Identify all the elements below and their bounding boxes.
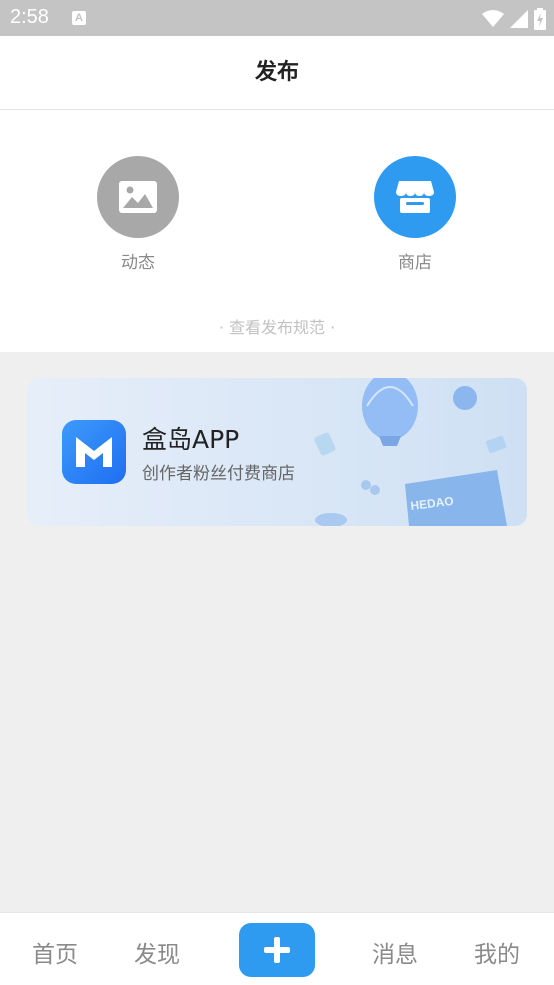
publish-dynamic-button[interactable]: 动态 [97,156,179,273]
publish-rules-link[interactable]: · 查看发布规范 · [0,314,554,338]
app-logo [62,420,126,484]
notification-icon: A [72,11,86,25]
status-icons [482,8,546,30]
image-icon [97,156,179,238]
signal-icon [510,10,528,28]
promo-banner[interactable]: 盒岛APP 创作者粉丝付费商店 HEDAO [27,378,527,526]
store-icon [374,156,456,238]
banner-subtitle: 创作者粉丝付费商店 [142,464,295,484]
bottom-nav: 首页 发现 消息 我的 [0,912,554,985]
nav-add-button[interactable] [239,923,315,977]
banner-title: 盒岛APP [142,425,240,454]
nav-home[interactable]: 首页 [32,935,78,969]
banner-illustration: HEDAO [314,378,507,526]
header: 发布 [0,36,554,110]
nav-mine[interactable]: 我的 [474,935,520,969]
page-title: 发布 [254,60,299,85]
publish-store-label: 商店 [398,253,432,273]
publish-panel: 动态 商店 · 查看发布规范 · [0,110,554,352]
wifi-icon [482,10,504,27]
plus-icon [264,937,290,963]
publish-store-button[interactable]: 商店 [374,156,456,273]
nav-messages[interactable]: 消息 [372,935,418,969]
publish-dynamic-label: 动态 [121,253,155,273]
status-time: 2:58 [10,6,49,28]
status-bar: 2:58 A [0,0,554,36]
battery-icon [534,8,546,30]
nav-discover[interactable]: 发现 [134,935,180,969]
